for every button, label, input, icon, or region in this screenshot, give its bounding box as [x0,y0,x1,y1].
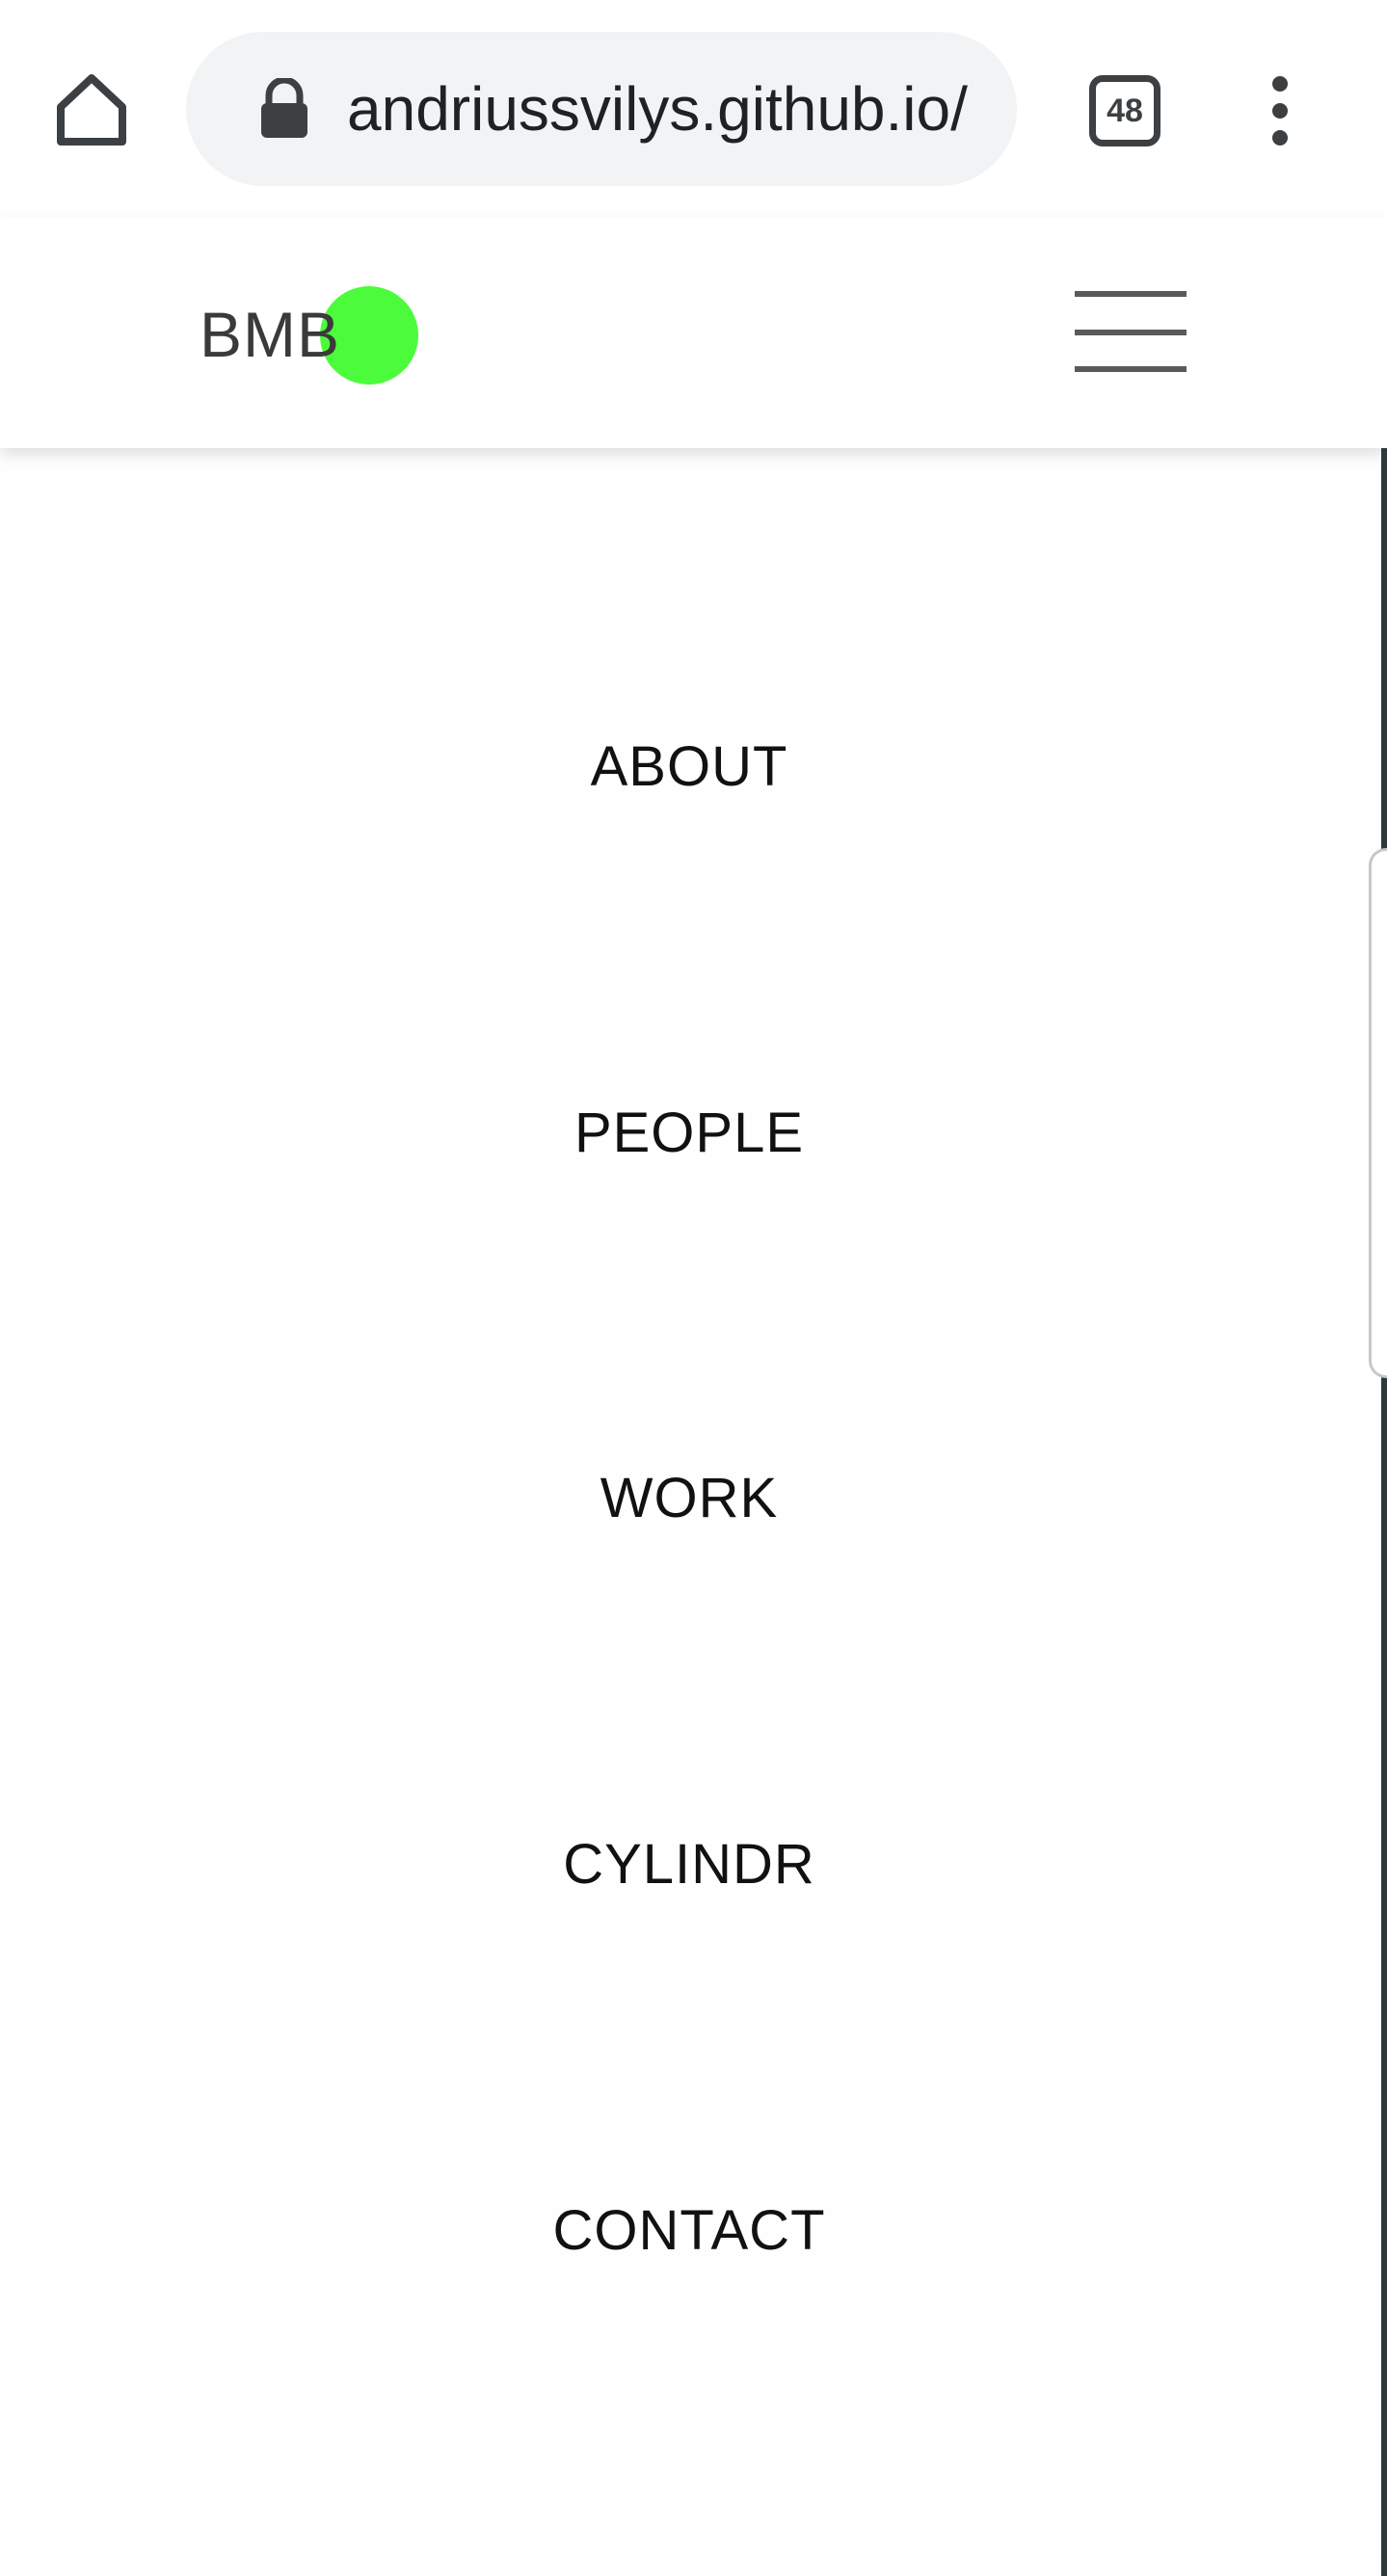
scroll-handle[interactable] [1369,848,1387,1378]
url-text[interactable]: andriussvilys.github.io/ [347,32,1002,186]
page-edge [1381,448,1387,2576]
lock-icon [255,76,313,140]
nav-item-people[interactable]: PEOPLE [0,1076,1378,1191]
address-bar[interactable]: andriussvilys.github.io/ [186,32,1017,186]
browser-toolbar: andriussvilys.github.io/ 48 [0,0,1387,217]
site-header: BMB [0,217,1387,448]
nav-menu: ABOUT PEOPLE WORK CYLINDR CONTACT [0,448,1387,2576]
nav-item-cylindr[interactable]: CYLINDR [0,1807,1378,1923]
logo-text: BMB [200,299,341,370]
nav-item-about[interactable]: ABOUT [0,709,1378,825]
more-vert-icon[interactable] [1253,72,1307,149]
hamburger-icon[interactable] [1075,291,1187,374]
tab-switcher-icon[interactable]: 48 [1089,75,1160,146]
home-icon[interactable] [53,70,130,147]
site-logo[interactable]: BMB [200,275,421,390]
nav-item-contact[interactable]: CONTACT [0,2173,1378,2289]
nav-item-work[interactable]: WORK [0,1441,1378,1556]
